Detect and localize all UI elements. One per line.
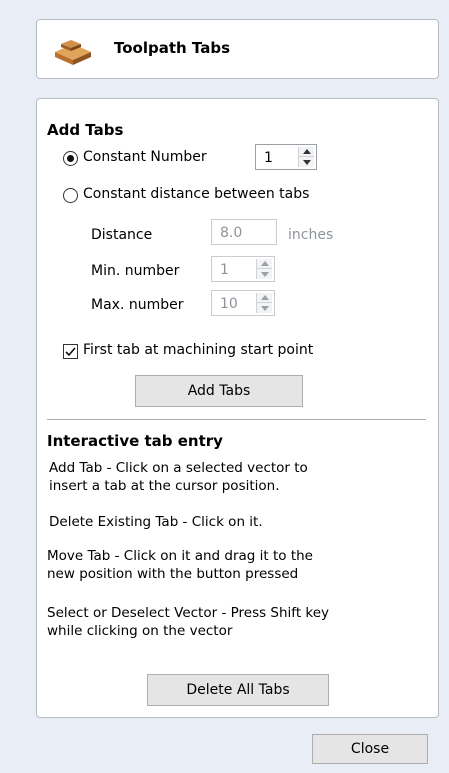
constant-distance-radio[interactable]: Constant distance between tabs [63, 186, 363, 204]
select-vector-help-line1: Select or Deselect Vector - Press Shift … [47, 605, 330, 621]
delete-all-tabs-button[interactable]: Delete All Tabs [147, 674, 329, 706]
constant-distance-label: Constant distance between tabs [83, 186, 310, 202]
checkmark-icon [65, 347, 76, 357]
min-number-spinner[interactable]: 1 [211, 256, 275, 282]
select-vector-help-line2: while clicking on the vector [47, 623, 233, 639]
distance-unit: inches [288, 227, 334, 243]
max-number-value[interactable]: 10 [220, 296, 238, 312]
section-divider [47, 419, 426, 420]
constant-number-label: Constant Number [83, 149, 207, 165]
first-tab-checkbox[interactable]: First tab at machining start point [63, 342, 383, 360]
move-tab-help-line2: new position with the button pressed [47, 566, 299, 582]
move-tab-help-line1: Move Tab - Click on it and drag it to th… [47, 548, 313, 564]
add-tabs-button[interactable]: Add Tabs [135, 375, 303, 407]
first-tab-label: First tab at machining start point [83, 342, 314, 358]
page-title: Toolpath Tabs [114, 39, 231, 57]
close-button[interactable]: Close [312, 734, 428, 764]
distance-label: Distance [91, 227, 153, 243]
constant-distance-radio-indicator[interactable] [63, 188, 78, 203]
constant-number-spinner[interactable]: 1 [255, 144, 317, 170]
spinner-arrows[interactable] [256, 293, 272, 313]
constant-number-radio[interactable]: Constant Number [63, 149, 243, 167]
constant-number-radio-indicator[interactable] [63, 151, 78, 166]
add-tabs-heading: Add Tabs [47, 121, 124, 139]
spin-down-icon[interactable] [299, 157, 314, 167]
interactive-heading: Interactive tab entry [47, 432, 223, 450]
spin-up-icon[interactable] [257, 259, 272, 269]
distance-input[interactable]: 8.0 [211, 219, 277, 245]
max-number-spinner[interactable]: 10 [211, 290, 275, 316]
min-number-label: Min. number [91, 263, 180, 279]
distance-value[interactable]: 8.0 [220, 225, 242, 241]
constant-number-value[interactable]: 1 [264, 150, 273, 166]
header-panel: Toolpath Tabs [36, 19, 439, 79]
first-tab-checkbox-box[interactable] [63, 344, 78, 359]
move-tab-help: Move Tab - Click on it and drag it to th… [47, 547, 313, 583]
main-panel: Add Tabs Constant Number 1 Constant dist… [36, 98, 439, 718]
delete-existing-help: Delete Existing Tab - Click on it. [49, 514, 263, 530]
max-number-label: Max. number [91, 297, 184, 313]
min-number-value[interactable]: 1 [220, 262, 229, 278]
spin-down-icon[interactable] [257, 269, 272, 279]
spin-up-icon[interactable] [257, 293, 272, 303]
add-tab-help-line2: insert a tab at the cursor position. [49, 478, 280, 494]
add-tab-help-line1: Add Tab - Click on a selected vector to [49, 460, 308, 476]
spinner-arrows[interactable] [298, 147, 314, 167]
select-vector-help: Select or Deselect Vector - Press Shift … [47, 604, 329, 640]
add-tab-help: Add Tab - Click on a selected vector to … [49, 459, 308, 495]
spinner-arrows[interactable] [256, 259, 272, 279]
toolpath-tabs-icon [55, 40, 91, 65]
spin-down-icon[interactable] [257, 303, 272, 313]
spin-up-icon[interactable] [299, 147, 314, 157]
